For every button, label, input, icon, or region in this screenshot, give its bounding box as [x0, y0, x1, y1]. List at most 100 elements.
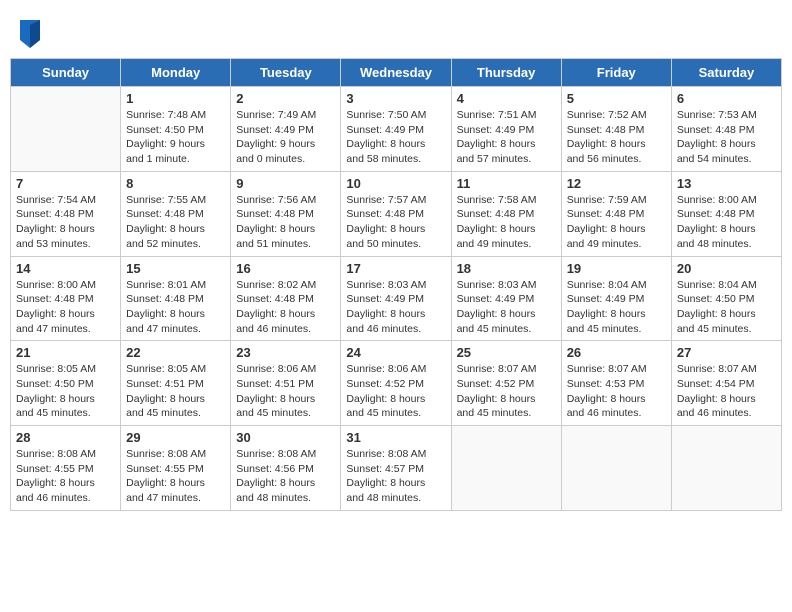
day-info: Sunrise: 7:54 AMSunset: 4:48 PMDaylight:… — [16, 193, 115, 252]
calendar-cell: 2 Sunrise: 7:49 AMSunset: 4:49 PMDaylight… — [231, 87, 341, 172]
day-number: 26 — [567, 345, 666, 360]
day-info: Sunrise: 8:07 AMSunset: 4:54 PMDaylight:… — [677, 362, 776, 421]
day-number: 10 — [346, 176, 445, 191]
day-number: 31 — [346, 430, 445, 445]
calendar-cell: 4 Sunrise: 7:51 AMSunset: 4:49 PMDaylight… — [451, 87, 561, 172]
day-of-week-header: Sunday — [11, 59, 121, 87]
calendar-cell: 13 Sunrise: 8:00 AMSunset: 4:48 PMDayligh… — [671, 171, 781, 256]
day-number: 3 — [346, 91, 445, 106]
day-info: Sunrise: 7:53 AMSunset: 4:48 PMDaylight:… — [677, 108, 776, 167]
day-info: Sunrise: 8:07 AMSunset: 4:53 PMDaylight:… — [567, 362, 666, 421]
calendar-header-row: SundayMondayTuesdayWednesdayThursdayFrid… — [11, 59, 782, 87]
day-info: Sunrise: 7:55 AMSunset: 4:48 PMDaylight:… — [126, 193, 225, 252]
calendar-cell: 31 Sunrise: 8:08 AMSunset: 4:57 PMDayligh… — [341, 426, 451, 511]
day-info: Sunrise: 8:03 AMSunset: 4:49 PMDaylight:… — [346, 278, 445, 337]
day-info: Sunrise: 7:59 AMSunset: 4:48 PMDaylight:… — [567, 193, 666, 252]
calendar-cell: 10 Sunrise: 7:57 AMSunset: 4:48 PMDayligh… — [341, 171, 451, 256]
day-info: Sunrise: 8:07 AMSunset: 4:52 PMDaylight:… — [457, 362, 556, 421]
day-number: 21 — [16, 345, 115, 360]
logo — [20, 20, 44, 48]
calendar-cell: 16 Sunrise: 8:02 AMSunset: 4:48 PMDayligh… — [231, 256, 341, 341]
day-info: Sunrise: 7:48 AMSunset: 4:50 PMDaylight:… — [126, 108, 225, 167]
calendar-cell: 1Sunrise: 7:48 AMSunset: 4:50 PMDaylight… — [121, 87, 231, 172]
day-number: 9 — [236, 176, 335, 191]
calendar-cell — [561, 426, 671, 511]
day-info: Sunrise: 8:08 AMSunset: 4:57 PMDaylight:… — [346, 447, 445, 506]
day-info: Sunrise: 8:03 AMSunset: 4:49 PMDaylight:… — [457, 278, 556, 337]
day-info: Sunrise: 7:51 AMSunset: 4:49 PMDaylight:… — [457, 108, 556, 167]
day-info: Sunrise: 8:08 AMSunset: 4:55 PMDaylight:… — [126, 447, 225, 506]
day-info: Sunrise: 8:02 AMSunset: 4:48 PMDaylight:… — [236, 278, 335, 337]
page-header — [10, 10, 782, 53]
calendar-cell: 6 Sunrise: 7:53 AMSunset: 4:48 PMDaylight… — [671, 87, 781, 172]
day-info: Sunrise: 8:06 AMSunset: 4:52 PMDaylight:… — [346, 362, 445, 421]
calendar-cell: 15 Sunrise: 8:01 AMSunset: 4:48 PMDayligh… — [121, 256, 231, 341]
calendar-cell: 28 Sunrise: 8:08 AMSunset: 4:55 PMDayligh… — [11, 426, 121, 511]
day-number: 16 — [236, 261, 335, 276]
day-number: 15 — [126, 261, 225, 276]
day-number: 5 — [567, 91, 666, 106]
day-number: 12 — [567, 176, 666, 191]
day-info: Sunrise: 7:58 AMSunset: 4:48 PMDaylight:… — [457, 193, 556, 252]
day-number: 8 — [126, 176, 225, 191]
day-info: Sunrise: 8:08 AMSunset: 4:56 PMDaylight:… — [236, 447, 335, 506]
day-number: 6 — [677, 91, 776, 106]
calendar-cell: 23 Sunrise: 8:06 AMSunset: 4:51 PMDayligh… — [231, 341, 341, 426]
day-info: Sunrise: 8:01 AMSunset: 4:48 PMDaylight:… — [126, 278, 225, 337]
day-info: Sunrise: 8:00 AMSunset: 4:48 PMDaylight:… — [677, 193, 776, 252]
calendar-week-row: 1Sunrise: 7:48 AMSunset: 4:50 PMDaylight… — [11, 87, 782, 172]
calendar-week-row: 28 Sunrise: 8:08 AMSunset: 4:55 PMDayligh… — [11, 426, 782, 511]
day-of-week-header: Saturday — [671, 59, 781, 87]
calendar-cell: 20Sunrise: 8:04 AMSunset: 4:50 PMDayligh… — [671, 256, 781, 341]
calendar-cell — [451, 426, 561, 511]
calendar-cell: 3Sunrise: 7:50 AMSunset: 4:49 PMDaylight… — [341, 87, 451, 172]
calendar-cell — [11, 87, 121, 172]
day-number: 7 — [16, 176, 115, 191]
calendar-cell — [671, 426, 781, 511]
day-info: Sunrise: 7:57 AMSunset: 4:48 PMDaylight:… — [346, 193, 445, 252]
day-of-week-header: Tuesday — [231, 59, 341, 87]
calendar-cell: 24Sunrise: 8:06 AMSunset: 4:52 PMDayligh… — [341, 341, 451, 426]
day-info: Sunrise: 8:06 AMSunset: 4:51 PMDaylight:… — [236, 362, 335, 421]
day-info: Sunrise: 8:08 AMSunset: 4:55 PMDaylight:… — [16, 447, 115, 506]
calendar-cell: 25 Sunrise: 8:07 AMSunset: 4:52 PMDayligh… — [451, 341, 561, 426]
day-info: Sunrise: 8:05 AMSunset: 4:51 PMDaylight:… — [126, 362, 225, 421]
calendar-cell: 7 Sunrise: 7:54 AMSunset: 4:48 PMDaylight… — [11, 171, 121, 256]
day-number: 18 — [457, 261, 556, 276]
day-number: 28 — [16, 430, 115, 445]
day-number: 23 — [236, 345, 335, 360]
day-of-week-header: Wednesday — [341, 59, 451, 87]
day-info: Sunrise: 8:05 AMSunset: 4:50 PMDaylight:… — [16, 362, 115, 421]
calendar-week-row: 14Sunrise: 8:00 AMSunset: 4:48 PMDayligh… — [11, 256, 782, 341]
day-number: 27 — [677, 345, 776, 360]
day-info: Sunrise: 7:56 AMSunset: 4:48 PMDaylight:… — [236, 193, 335, 252]
day-number: 29 — [126, 430, 225, 445]
day-number: 14 — [16, 261, 115, 276]
calendar: SundayMondayTuesdayWednesdayThursdayFrid… — [10, 58, 782, 511]
calendar-cell: 17 Sunrise: 8:03 AMSunset: 4:49 PMDayligh… — [341, 256, 451, 341]
day-of-week-header: Monday — [121, 59, 231, 87]
day-number: 4 — [457, 91, 556, 106]
calendar-cell: 18 Sunrise: 8:03 AMSunset: 4:49 PMDayligh… — [451, 256, 561, 341]
calendar-cell: 22 Sunrise: 8:05 AMSunset: 4:51 PMDayligh… — [121, 341, 231, 426]
calendar-cell: 29 Sunrise: 8:08 AMSunset: 4:55 PMDayligh… — [121, 426, 231, 511]
day-number: 2 — [236, 91, 335, 106]
calendar-cell: 12 Sunrise: 7:59 AMSunset: 4:48 PMDayligh… — [561, 171, 671, 256]
day-number: 13 — [677, 176, 776, 191]
day-number: 17 — [346, 261, 445, 276]
day-info: Sunrise: 7:52 AMSunset: 4:48 PMDaylight:… — [567, 108, 666, 167]
day-number: 11 — [457, 176, 556, 191]
calendar-cell: 30Sunrise: 8:08 AMSunset: 4:56 PMDayligh… — [231, 426, 341, 511]
day-of-week-header: Friday — [561, 59, 671, 87]
calendar-cell: 9 Sunrise: 7:56 AMSunset: 4:48 PMDaylight… — [231, 171, 341, 256]
day-number: 25 — [457, 345, 556, 360]
calendar-week-row: 7 Sunrise: 7:54 AMSunset: 4:48 PMDaylight… — [11, 171, 782, 256]
day-number: 19 — [567, 261, 666, 276]
day-info: Sunrise: 7:49 AMSunset: 4:49 PMDaylight:… — [236, 108, 335, 167]
calendar-week-row: 21 Sunrise: 8:05 AMSunset: 4:50 PMDayligh… — [11, 341, 782, 426]
calendar-cell: 19 Sunrise: 8:04 AMSunset: 4:49 PMDayligh… — [561, 256, 671, 341]
calendar-cell: 27 Sunrise: 8:07 AMSunset: 4:54 PMDayligh… — [671, 341, 781, 426]
calendar-cell: 11 Sunrise: 7:58 AMSunset: 4:48 PMDayligh… — [451, 171, 561, 256]
day-info: Sunrise: 8:04 AMSunset: 4:49 PMDaylight:… — [567, 278, 666, 337]
day-number: 22 — [126, 345, 225, 360]
